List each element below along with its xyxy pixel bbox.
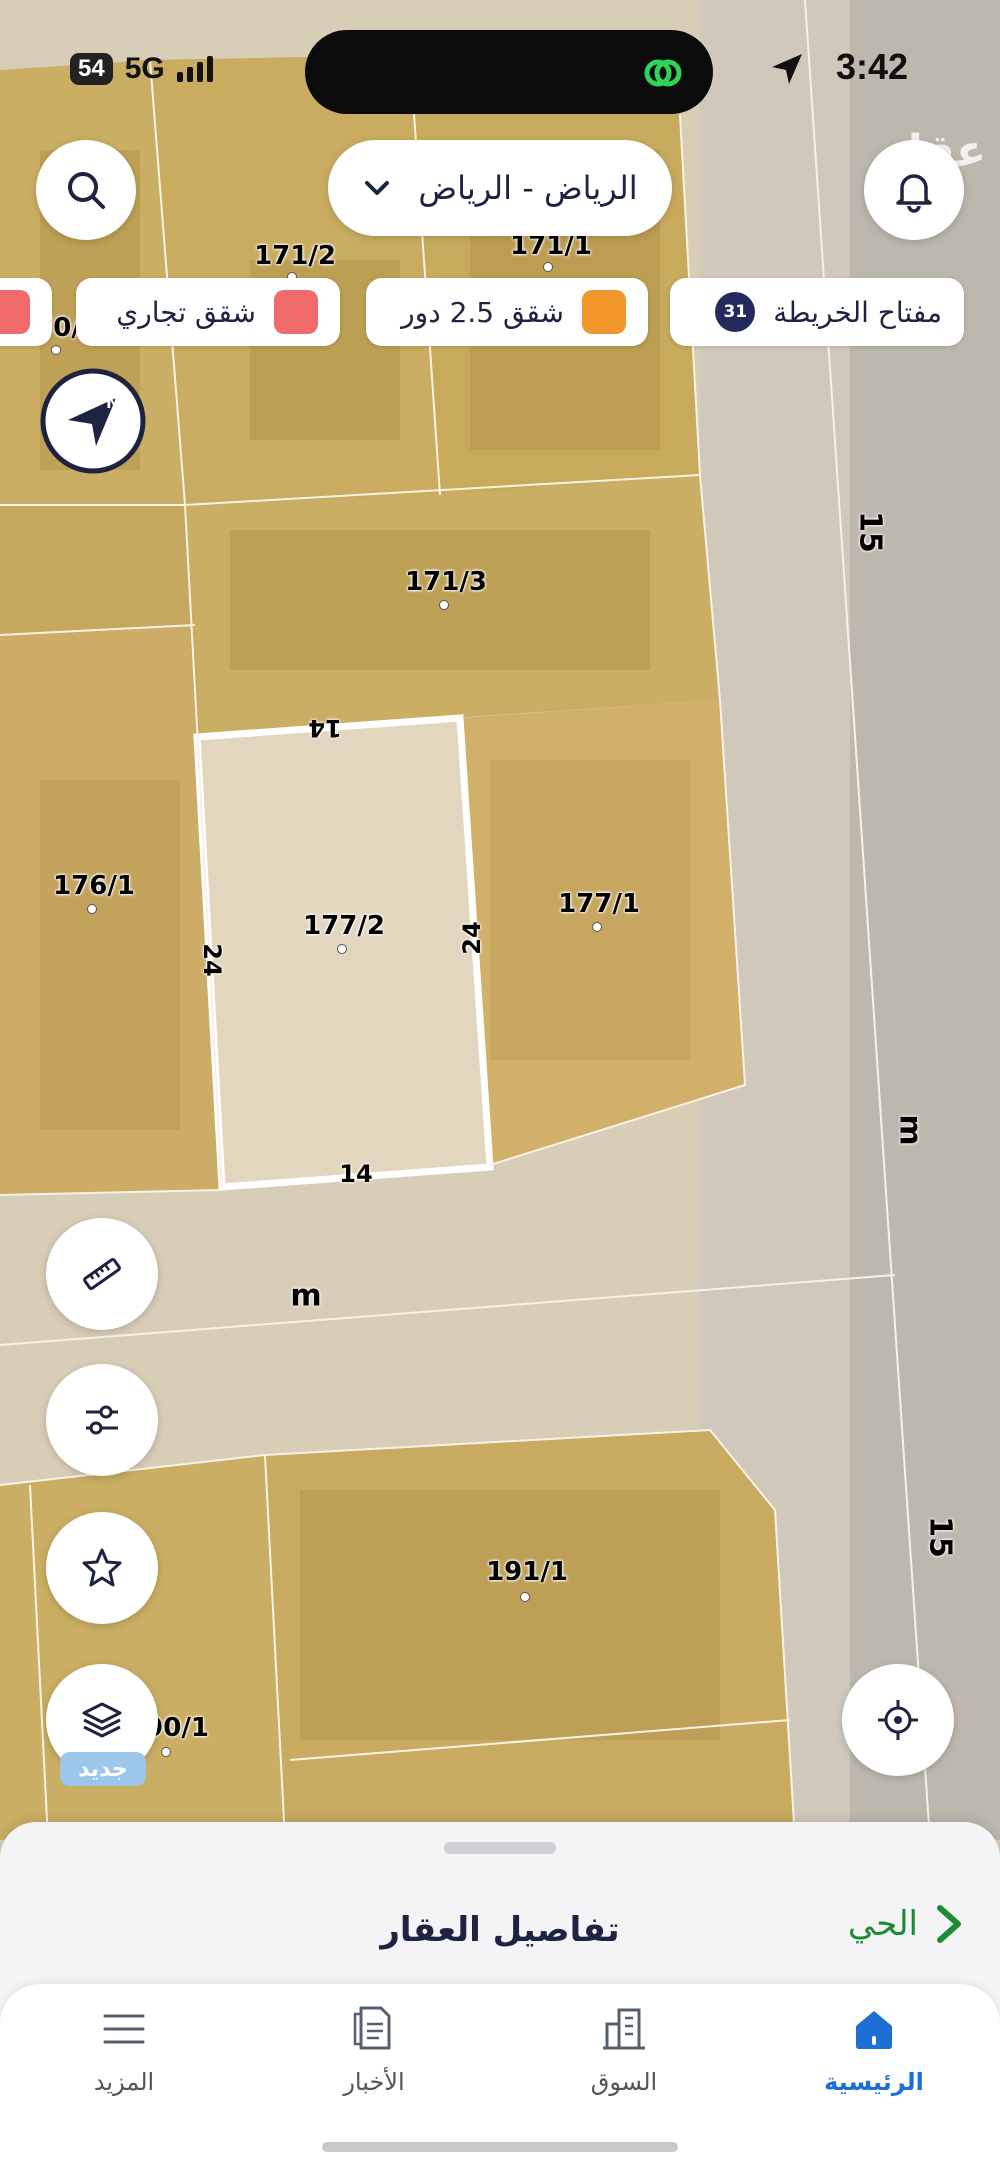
filter-chip-apartments-2-5[interactable]: شقق 2.5 دور	[366, 278, 648, 346]
network-type: 5G	[124, 52, 165, 85]
chip-label: مفتاح الخريطة	[773, 295, 942, 329]
city-label: الرياض - الرياض	[418, 169, 638, 207]
search-button[interactable]	[36, 140, 136, 240]
tab-label: الأخبار	[343, 2068, 405, 2096]
legend-badge: 31	[715, 292, 756, 332]
crosshair-icon	[878, 1700, 918, 1740]
status-time: 3:42	[835, 46, 908, 87]
parcel-label[interactable]: 177/1	[558, 889, 640, 919]
compass-icon[interactable]: N	[38, 366, 148, 476]
filter-chip-partial[interactable]	[0, 278, 52, 346]
ruler-icon	[83, 1258, 121, 1290]
home-icon	[856, 2011, 892, 2049]
district-link[interactable]: الحي	[848, 1904, 966, 1944]
tab-home[interactable]: الرئيسية	[794, 2004, 954, 2096]
filter-chip-commercial[interactable]: شقق تجاري	[76, 278, 340, 346]
street-label: m	[892, 1114, 928, 1146]
color-swatch	[582, 290, 626, 334]
parcel-marker	[87, 904, 97, 914]
parcel-marker	[337, 944, 347, 954]
dimension-bottom: 14	[339, 1160, 373, 1188]
parcel-marker	[592, 922, 602, 932]
notifications-button[interactable]	[864, 140, 964, 240]
parcel-label[interactable]: 191/1	[486, 1557, 568, 1587]
map-legend-chip[interactable]: مفتاح الخريطة 31	[670, 278, 964, 346]
parcel-marker	[543, 262, 553, 272]
city-selector[interactable]: الرياض - الرياض	[328, 140, 672, 236]
parcel-marker	[161, 1747, 171, 1757]
new-badge: جديد	[60, 1752, 146, 1786]
signal-icon	[176, 56, 213, 82]
location-arrow-icon	[772, 54, 802, 84]
battery-indicator: 54	[70, 53, 113, 85]
dimension-left: 24	[198, 943, 226, 977]
parcel-marker	[520, 1592, 530, 1602]
building-icon	[603, 2008, 645, 2050]
tab-label: السوق	[590, 2068, 658, 2096]
layers-icon	[82, 1702, 122, 1738]
status-left: 54 5G	[70, 52, 213, 86]
news-icon	[353, 2006, 391, 2050]
parcel-label[interactable]: 171/2	[254, 241, 336, 271]
street-width-label: 15	[852, 511, 888, 553]
street-label: m	[290, 1278, 322, 1314]
search-icon	[68, 172, 105, 209]
my-location-button[interactable]	[842, 1664, 954, 1776]
parcel-label[interactable]: 171/3	[405, 567, 487, 597]
color-swatch	[274, 290, 318, 334]
chevron-right-icon	[937, 1905, 961, 1943]
tab-label: الرئيسية	[824, 2068, 924, 2096]
dimension-right: 24	[458, 921, 486, 955]
tab-more[interactable]: المزيد	[44, 2004, 204, 2096]
favorites-button[interactable]	[46, 1512, 158, 1624]
filters-button[interactable]	[46, 1364, 158, 1476]
home-indicator	[322, 2142, 678, 2152]
compass-letter: N	[106, 393, 119, 412]
parcel-label[interactable]: 176/1	[53, 871, 135, 901]
parcel-marker	[439, 600, 449, 610]
street-width-label: 15	[922, 1516, 958, 1558]
parcel-label[interactable]: 177/2	[303, 911, 385, 941]
chip-label: شقق 2.5 دور	[401, 295, 564, 329]
parcel-marker	[51, 345, 61, 355]
link-icon	[644, 59, 682, 87]
chip-label: شقق تجاري	[116, 295, 256, 329]
district-label: الحي	[847, 1904, 918, 1944]
sliders-icon	[86, 1405, 118, 1435]
star-icon	[82, 1548, 122, 1587]
color-swatch	[0, 290, 30, 334]
tab-news[interactable]: الأخبار	[294, 2004, 454, 2096]
measure-button[interactable]	[46, 1218, 158, 1330]
sheet-handle[interactable]	[444, 1842, 556, 1854]
tab-label: المزيد	[93, 2068, 155, 2096]
chevron-down-icon	[365, 181, 390, 195]
dimension-top: 14	[308, 714, 342, 742]
dynamic-island	[305, 30, 713, 114]
tab-market[interactable]: السوق	[544, 2004, 704, 2096]
bell-icon	[896, 174, 932, 213]
menu-icon	[103, 2014, 145, 2044]
